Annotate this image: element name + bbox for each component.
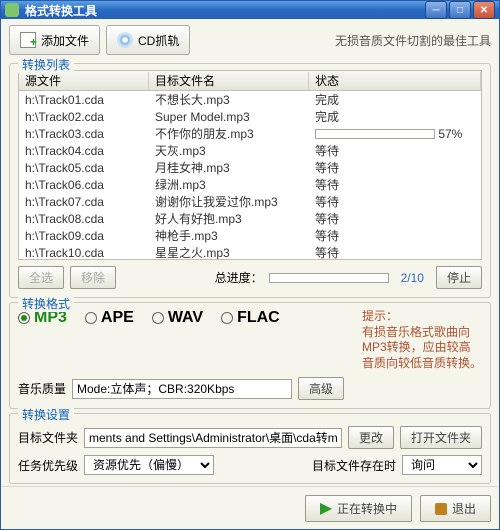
exists-select[interactable]: 询问 — [402, 455, 482, 475]
format-label: FLAC — [237, 309, 280, 327]
cell-dst: 月桂女神.mp3 — [149, 159, 309, 176]
exit-icon — [435, 503, 447, 515]
col-status[interactable]: 状态 — [309, 72, 481, 89]
cell-src: h:\Track02.cda — [19, 110, 149, 124]
table-row[interactable]: h:\Track05.cda月桂女神.mp3等待 — [19, 159, 481, 176]
table-row[interactable]: h:\Track07.cda谢谢你让我爱过你.mp3等待 — [19, 193, 481, 210]
list-header: 源文件 目标文件名 状态 — [18, 70, 482, 90]
select-all-button[interactable]: 全选 — [18, 266, 64, 289]
play-icon — [320, 503, 332, 515]
add-file-icon — [20, 32, 36, 48]
quality-input[interactable] — [72, 379, 292, 399]
cell-status: 等待 — [309, 193, 481, 210]
cell-dst: 天灰.mp3 — [149, 142, 309, 159]
dir-input[interactable] — [84, 428, 342, 448]
dir-label: 目标文件夹 — [18, 429, 78, 446]
cell-src: h:\Track10.cda — [19, 246, 149, 260]
col-src[interactable]: 源文件 — [19, 72, 149, 89]
cell-status: 完成 — [309, 108, 481, 125]
settings-legend: 转换设置 — [18, 406, 74, 423]
exists-label: 目标文件存在时 — [312, 457, 396, 474]
cell-dst: 星星之火.mp3 — [149, 244, 309, 260]
format-tip: 提示： 有损音乐格式歌曲向MP3转换，应由较高音质向较低音质转换。 — [362, 309, 482, 371]
convert-list-panel: 转换列表 源文件 目标文件名 状态 h:\Track01.cda不想长大.mp3… — [9, 63, 491, 298]
app-icon — [5, 3, 19, 17]
footer: 正在转换中 退出 — [1, 486, 499, 530]
format-panel: 转换格式 MP3APEWAVFLAC 提示： 有损音乐格式歌曲向MP3转换，应由… — [9, 302, 491, 409]
minimize-button[interactable]: ─ — [425, 1, 447, 19]
titlebar[interactable]: 格式转换工具 ─ □ ✕ — [1, 1, 499, 19]
toolbar: 添加文件 CD抓轨 无损音质文件切割的最佳工具 — [1, 19, 499, 61]
total-progress-label: 总进度： — [215, 269, 263, 286]
cell-status: 等待 — [309, 210, 481, 227]
radio-icon — [221, 312, 233, 324]
format-label: WAV — [168, 309, 203, 327]
col-dst[interactable]: 目标文件名 — [149, 72, 309, 89]
app-window: 格式转换工具 ─ □ ✕ 添加文件 CD抓轨 无损音质文件切割的最佳工具 转换列… — [0, 0, 500, 530]
cell-status: 等待 — [309, 244, 481, 260]
cell-src: h:\Track04.cda — [19, 144, 149, 158]
cell-status: 等待 — [309, 227, 481, 244]
radio-icon — [152, 312, 164, 324]
cell-src: h:\Track07.cda — [19, 195, 149, 209]
priority-select[interactable]: 资源优先（偏慢） — [84, 455, 214, 475]
quality-label: 音乐质量 — [18, 380, 66, 397]
remove-button[interactable]: 移除 — [70, 266, 116, 289]
format-label: APE — [101, 309, 134, 327]
table-row[interactable]: h:\Track02.cdaSuper Model.mp3完成 — [19, 108, 481, 125]
cd-icon — [117, 32, 133, 48]
settings-panel: 转换设置 目标文件夹 更改 打开文件夹 任务优先级 资源优先（偏慢） 目标文件存… — [9, 413, 491, 484]
table-row[interactable]: h:\Track04.cda天灰.mp3等待 — [19, 142, 481, 159]
priority-label: 任务优先级 — [18, 457, 78, 474]
cell-dst: Super Model.mp3 — [149, 110, 309, 124]
cell-status: 完成 — [309, 91, 481, 108]
list-body[interactable]: h:\Track01.cda不想长大.mp3完成h:\Track02.cdaSu… — [18, 90, 482, 260]
cd-rip-label: CD抓轨 — [138, 32, 179, 49]
cell-status: 等待 — [309, 159, 481, 176]
cell-dst: 谢谢你让我爱过你.mp3 — [149, 193, 309, 210]
table-row[interactable]: h:\Track10.cda星星之火.mp3等待 — [19, 244, 481, 260]
cell-src: h:\Track03.cda — [19, 127, 149, 141]
advanced-button[interactable]: 高级 — [298, 377, 344, 400]
format-radio-flac[interactable]: FLAC — [221, 309, 280, 327]
format-legend: 转换格式 — [18, 295, 74, 312]
radio-icon — [85, 312, 97, 324]
add-file-button[interactable]: 添加文件 — [9, 25, 100, 55]
cell-dst: 神枪手.mp3 — [149, 227, 309, 244]
table-row[interactable]: h:\Track06.cda绿洲.mp3等待 — [19, 176, 481, 193]
cell-dst: 好人有好抱.mp3 — [149, 210, 309, 227]
radio-icon — [18, 312, 30, 324]
close-button[interactable]: ✕ — [473, 1, 495, 19]
toolbar-hint: 无损音质文件切割的最佳工具 — [335, 32, 491, 49]
total-progress-bar — [269, 273, 389, 283]
cell-src: h:\Track05.cda — [19, 161, 149, 175]
table-row[interactable]: h:\Track03.cda不作你的朋友.mp3 57% — [19, 125, 481, 142]
cell-dst: 绿洲.mp3 — [149, 176, 309, 193]
progress-count: 2/10 — [401, 271, 424, 285]
change-dir-button[interactable]: 更改 — [348, 426, 394, 449]
cell-src: h:\Track06.cda — [19, 178, 149, 192]
add-file-label: 添加文件 — [41, 32, 89, 49]
cell-src: h:\Track09.cda — [19, 229, 149, 243]
cell-src: h:\Track01.cda — [19, 93, 149, 107]
stop-button[interactable]: 停止 — [436, 266, 482, 289]
convert-button[interactable]: 正在转换中 — [305, 495, 412, 522]
maximize-button[interactable]: □ — [449, 1, 471, 19]
exit-button[interactable]: 退出 — [420, 495, 491, 522]
cell-src: h:\Track08.cda — [19, 212, 149, 226]
cell-dst: 不想长大.mp3 — [149, 91, 309, 108]
cd-rip-button[interactable]: CD抓轨 — [106, 25, 190, 55]
table-row[interactable]: h:\Track01.cda不想长大.mp3完成 — [19, 91, 481, 108]
cell-status: 等待 — [309, 176, 481, 193]
open-dir-button[interactable]: 打开文件夹 — [400, 426, 482, 449]
table-row[interactable]: h:\Track08.cda好人有好抱.mp3等待 — [19, 210, 481, 227]
format-radio-wav[interactable]: WAV — [152, 309, 203, 327]
window-title: 格式转换工具 — [25, 2, 425, 19]
cell-status: 等待 — [309, 142, 481, 159]
table-row[interactable]: h:\Track09.cda神枪手.mp3等待 — [19, 227, 481, 244]
cell-dst: 不作你的朋友.mp3 — [149, 125, 309, 142]
cell-status: 57% — [309, 127, 481, 141]
convert-list-legend: 转换列表 — [18, 56, 74, 73]
format-radio-ape[interactable]: APE — [85, 309, 134, 327]
